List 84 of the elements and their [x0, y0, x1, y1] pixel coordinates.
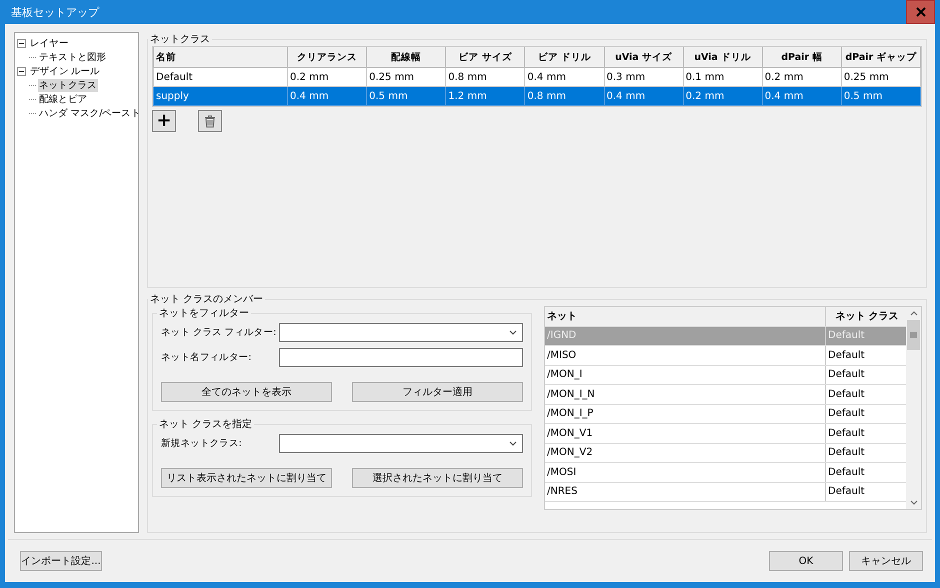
table-cell: 0.5 mm	[366, 86, 446, 106]
table-cell: 0.8 mm	[524, 86, 604, 106]
trash-icon	[204, 114, 216, 128]
column-header: 名前	[154, 47, 288, 68]
table-cell: /MON_I_N	[545, 385, 826, 404]
group-title: ネット クラスのメンバー	[149, 293, 264, 306]
table-cell-text: Default	[827, 447, 866, 458]
tree-item[interactable]: テキストと図形	[38, 50, 108, 64]
table-cell: /MISO	[545, 346, 826, 364]
caret-icon	[509, 330, 517, 335]
column-header: dPair 幅	[762, 47, 842, 68]
tree-item[interactable]: ハンダ マスク/ペースト	[38, 106, 142, 120]
scroll-down-icon[interactable]	[910, 500, 918, 505]
caret-icon	[509, 441, 517, 446]
action-button[interactable]: フィルター適用	[352, 382, 523, 402]
ok-button[interactable]: OK	[769, 551, 843, 571]
table-row[interactable]: /NRES Default	[545, 482, 906, 502]
table-row[interactable]: supply 0.4 mm 0.5 mm 1.2 mm 0.8 mm 0.4 mm 0.2 mm 0.4 mm 0.5 mm	[154, 86, 920, 106]
column-header: クリアランス	[288, 47, 367, 68]
table-cell: 0.2 mm	[683, 86, 762, 106]
action-button[interactable]: リスト表示されたネットに割り当て	[161, 468, 332, 488]
field-label: ネット名フィルター:	[161, 351, 252, 364]
table-cell: 0.5 mm	[841, 86, 920, 106]
table-cell: /MON_I_P	[545, 404, 826, 423]
dropdown-field[interactable]	[279, 434, 523, 453]
table-cell-text: Default	[827, 350, 866, 361]
scroll-up-icon[interactable]	[910, 311, 918, 316]
window-title: 基板セットアップ	[10, 4, 99, 20]
collapse-icon[interactable]	[17, 66, 26, 76]
table-cell: 0.4 mm	[604, 86, 684, 106]
column-header: ビア サイズ	[446, 47, 525, 68]
table-cell: /IGND	[545, 326, 826, 345]
table-cell-text: Default	[827, 428, 866, 439]
column-header: 配線幅	[366, 47, 446, 68]
table-cell-text: Default	[827, 408, 866, 420]
column-header: ネット クラス	[834, 310, 900, 324]
table-row[interactable]: /MON_I_P Default	[545, 404, 906, 424]
table-row[interactable]: /MOSI Default	[545, 463, 906, 482]
import-settings-button[interactable]: インポート設定...	[20, 551, 102, 571]
table-row[interactable]: /MISO Default	[545, 346, 906, 366]
column-header: ビア ドリル	[524, 47, 604, 68]
delete-button[interactable]	[198, 110, 222, 132]
table-cell: /MOSI	[545, 463, 826, 482]
table-cell-text: Default	[827, 369, 866, 380]
close-icon	[916, 7, 926, 17]
tree-item[interactable]: ネットクラス	[38, 78, 98, 92]
scrollbar[interactable]	[906, 307, 921, 509]
column-header: dPair ギャップ	[841, 47, 920, 68]
table-cell-text: Default	[827, 486, 866, 498]
table-row[interactable]: /MON_V2 Default	[545, 444, 906, 463]
group-title: ネットをフィルター	[158, 307, 250, 320]
table-cell: /MON_V2	[545, 444, 826, 462]
table-cell-text: Default	[827, 330, 866, 342]
field-label: 新規ネットクラス:	[161, 437, 243, 450]
add-button[interactable]: +	[152, 110, 176, 132]
table-cell: 1.2 mm	[446, 86, 525, 106]
dropdown-field[interactable]	[279, 323, 523, 342]
table-cell-text: Default	[827, 466, 866, 478]
table-row[interactable]: /MON_I_N Default	[545, 385, 906, 404]
column-header: ネット	[545, 307, 826, 326]
table-cell: 0.4 mm	[762, 86, 842, 106]
column-header: uVia サイズ	[604, 47, 684, 68]
cancel-button[interactable]: キャンセル	[849, 551, 923, 571]
table-cell: /MON_V1	[545, 424, 826, 442]
grip-icon[interactable]	[910, 332, 917, 338]
table-row[interactable]: /MON_I Default	[545, 366, 906, 385]
table-cell: supply	[154, 86, 288, 106]
group-title: ネットクラス	[149, 33, 211, 46]
action-button[interactable]: 全てのネットを表示	[161, 382, 332, 402]
table-row[interactable]: /MON_V1 Default	[545, 424, 906, 444]
table-cell: 0.4 mm	[288, 86, 367, 106]
tree-item[interactable]: デザイン ルール	[29, 64, 101, 78]
table-cell: /NRES	[545, 482, 826, 501]
action-button[interactable]: 選択されたネットに割り当て	[352, 468, 523, 488]
table-cell: /MON_I	[545, 366, 826, 384]
collapse-icon[interactable]	[17, 38, 26, 48]
close-button[interactable]	[906, 0, 935, 24]
field-label: ネット クラス フィルター:	[161, 326, 278, 339]
table-cell-text: Default	[827, 388, 866, 400]
tree-item[interactable]: レイヤー	[29, 36, 70, 50]
input-field[interactable]	[279, 348, 523, 367]
tree-item[interactable]: 配線とビア	[38, 92, 88, 106]
group-title: ネット クラスを指定	[158, 418, 254, 431]
column-header: uVia ドリル	[683, 47, 762, 68]
